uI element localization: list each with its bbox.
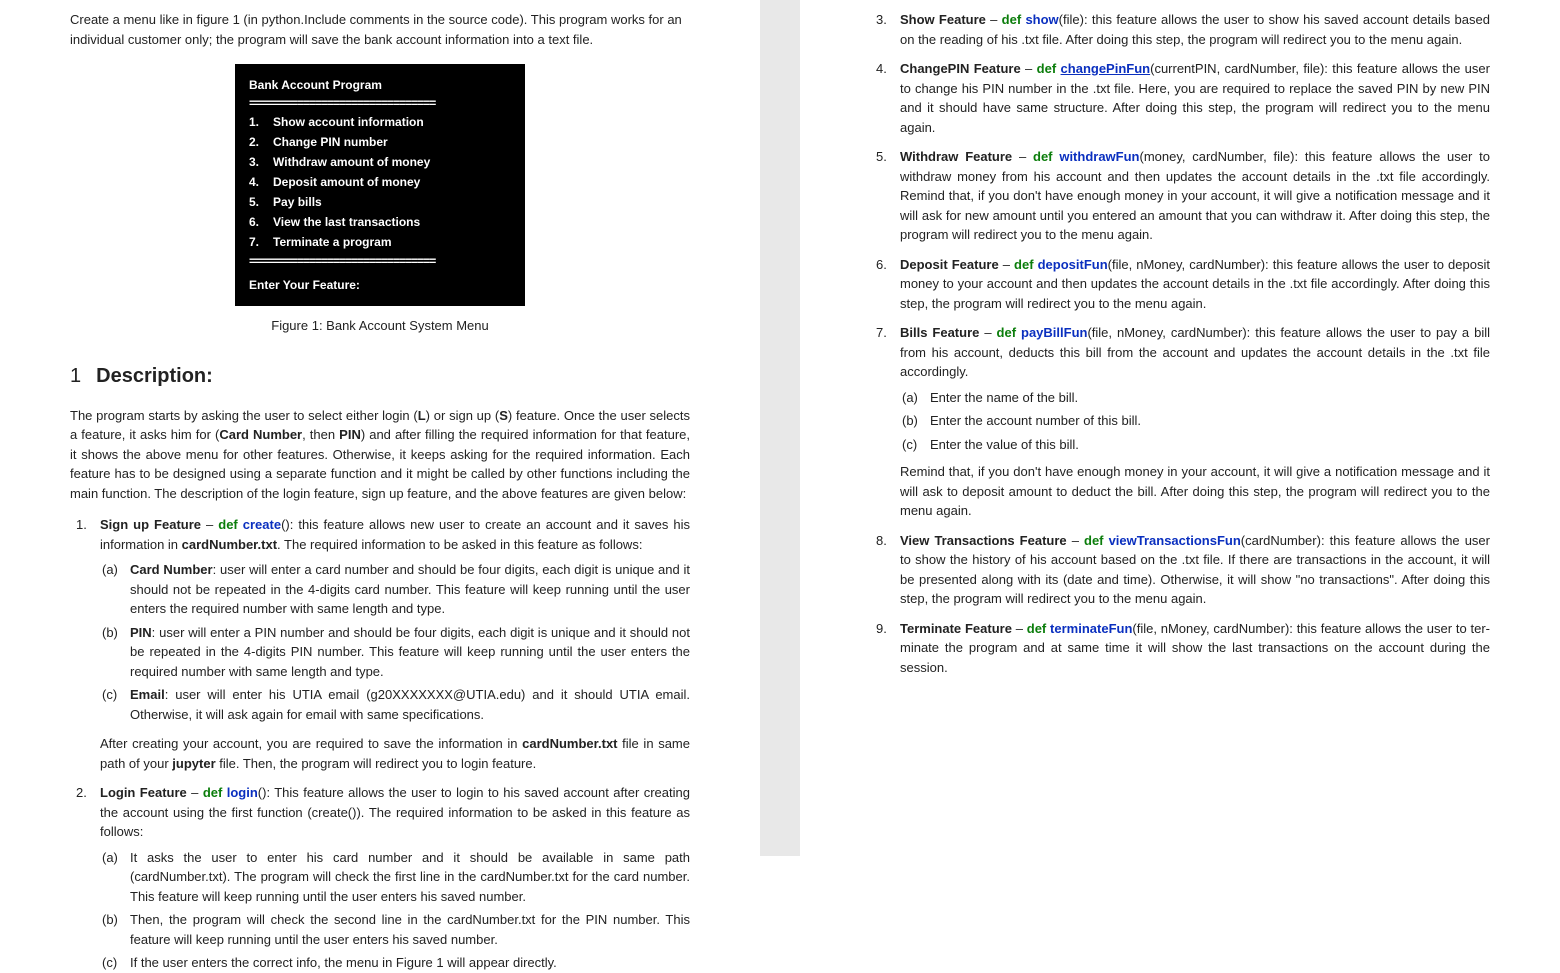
feature-list-cont: 3. Show Feature – def show(file): this f… [870,10,1490,677]
figure-title: Bank Account Program [249,76,511,94]
signup-after-note: After creating your account, you are req… [100,734,690,773]
feature-list: 1. Sign up Feature – def create(): this … [70,515,690,973]
section-title: Description: [96,365,213,387]
intro-text: Create a menu like in figure 1 (in pytho… [70,10,690,49]
figure-sep-top: =============================== [249,94,511,112]
feature-deposit: 6. Deposit Feature – def depositFun(file… [870,255,1490,314]
bills-remind: Remind that, if you don't have enough mo… [900,462,1490,521]
feature-signup: 1. Sign up Feature – def create(): this … [70,515,690,773]
figure-menu-box: Bank Account Program ===================… [235,64,525,306]
feature-login-sublist: (a)It asks the user to enter his card nu… [100,848,690,973]
feature-changepin: 4. ChangePIN Feature – def changePinFun(… [870,59,1490,137]
feature-login: 2. Login Feature – def login(): This fea… [70,783,690,973]
feature-terminate: 9. Terminate Feature – def terminateFun(… [870,619,1490,678]
feature-view-transactions: 8. View Transactions Feature – def viewT… [870,531,1490,609]
section-heading: 1 Description: [70,361,690,391]
description-paragraph: The program starts by asking the user to… [70,406,690,504]
page-divider [760,0,800,856]
feature-bills: 7. Bills Feature – def payBillFun(file, … [870,323,1490,521]
feature-show: 3. Show Feature – def show(file): this f… [870,10,1490,49]
page-left: Create a menu like in figure 1 (in pytho… [0,0,760,856]
figure-sep-bottom: =============================== [249,252,511,270]
figure-caption: Figure 1: Bank Account System Menu [70,316,690,336]
feature-withdraw: 5. Withdraw Feature – def withdrawFun(mo… [870,147,1490,245]
feature-signup-sublist: (a)Card Number: user will enter a card n… [100,560,690,724]
section-number: 1 [70,365,81,387]
page-right: 3. Show Feature – def show(file): this f… [800,0,1560,856]
feature-bills-sublist: (a)Enter the name of the bill. (b)Enter … [900,388,1490,455]
figure-prompt: Enter Your Feature: [249,276,511,294]
